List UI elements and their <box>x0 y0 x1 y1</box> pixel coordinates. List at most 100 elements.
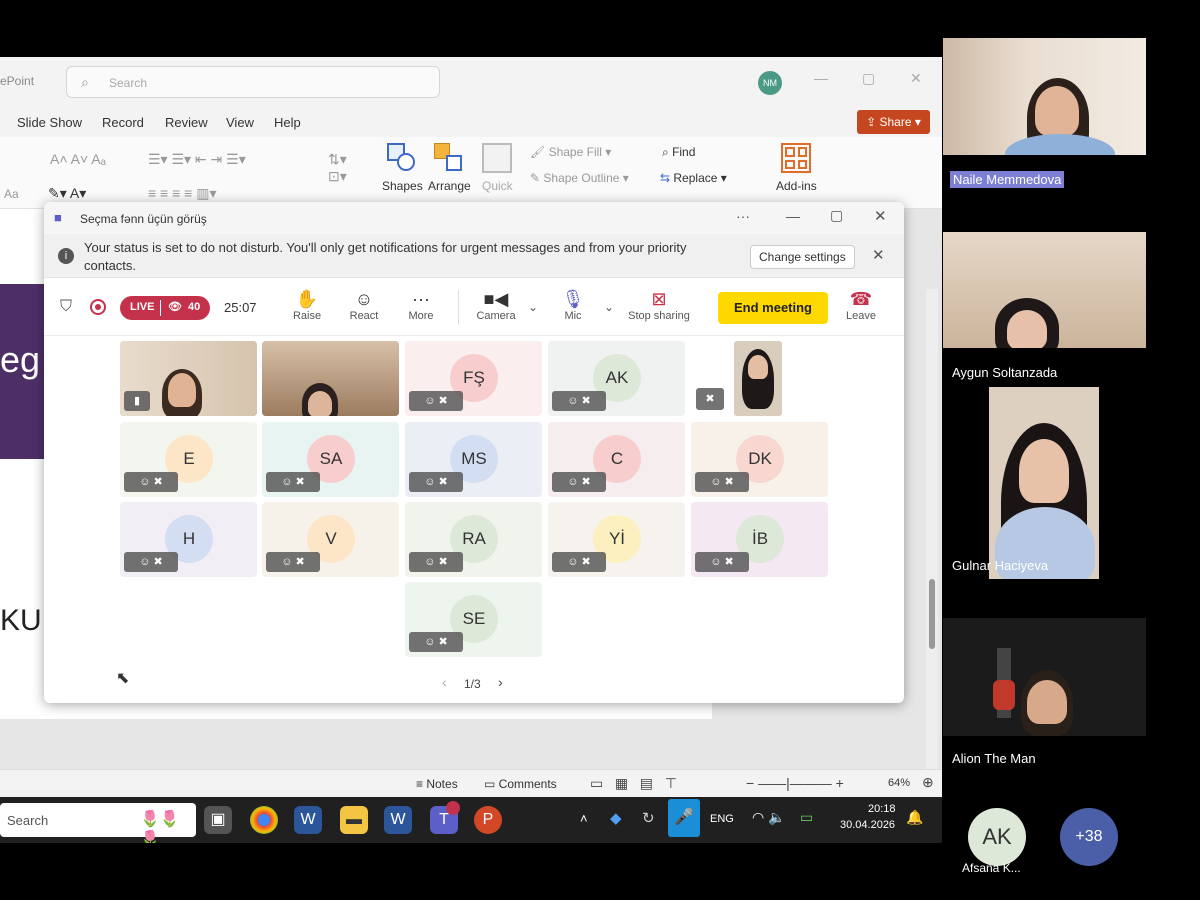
find-button[interactable]: ⌕ Find <box>662 145 695 160</box>
taskbar-search[interactable]: Search 🌷🌷🌷 <box>0 803 196 843</box>
participant-video-alion[interactable] <box>943 618 1146 736</box>
participant-avatar[interactable]: AK <box>968 808 1026 866</box>
participant-tile[interactable]: DK ☺ ✖ <box>691 422 828 497</box>
maximize-icon[interactable]: ▢ <box>862 70 875 87</box>
font-aa-label[interactable]: Aa <box>4 187 19 201</box>
shape-fill-button[interactable]: 🖌 Shape Fill ▾ <box>530 145 611 159</box>
shield-icon[interactable]: ⛉ <box>60 298 72 316</box>
align-icon[interactable]: ≡ ≡ ≡ ≡ ▥▾ <box>148 185 217 202</box>
sync-icon[interactable]: ↻ <box>642 809 655 827</box>
participant-video-thumbnail[interactable] <box>734 341 782 416</box>
menu-review[interactable]: Review <box>165 115 208 130</box>
share-button[interactable]: ⇪ Share ▾ <box>857 110 930 134</box>
participant-tile[interactable]: H ☺ ✖ <box>120 502 257 577</box>
participant-tile[interactable]: SE ☺ ✖ <box>405 582 542 657</box>
microphone-active-icon[interactable]: 🎤 <box>668 799 700 837</box>
live-badge[interactable]: LIVE 👁 40 <box>120 296 210 320</box>
participant-tile[interactable]: C ☺ ✖ <box>548 422 685 497</box>
addins-button[interactable]: Add-ins <box>776 143 817 193</box>
teams-close-icon[interactable]: ✕ <box>874 207 887 225</box>
shape-fill-label: Shape Fill <box>548 145 602 159</box>
replace-button[interactable]: ⇆ Replace ▾ <box>660 171 727 185</box>
stop-sharing-button[interactable]: ⊠ Stop sharing <box>624 288 694 322</box>
zoom-slider[interactable]: − ——|——— + <box>746 775 844 791</box>
participant-tile[interactable]: SA ☺ ✖ <box>262 422 399 497</box>
zoom-level[interactable]: 64% <box>888 777 910 789</box>
participant-video-aygun[interactable] <box>943 232 1146 348</box>
file-explorer-icon[interactable]: ▬ <box>340 806 368 834</box>
participant-name-tag: Naile Memmedova <box>950 171 1065 188</box>
notifications-bell-icon[interactable]: 🔔 <box>906 809 923 826</box>
chrome-icon[interactable] <box>250 806 278 834</box>
notes-button[interactable]: ≡ Notes <box>416 777 458 791</box>
participant-video-gulnar[interactable] <box>989 387 1099 579</box>
participant-tile[interactable]: V ☺ ✖ <box>262 502 399 577</box>
participant-status-icons: ☺ ✖ <box>409 632 463 652</box>
participant-video-naile[interactable] <box>943 38 1146 155</box>
shape-outline-button[interactable]: ✎ Shape Outline ▾ <box>530 171 629 185</box>
user-avatar[interactable]: NM <box>758 71 782 95</box>
scrollbar-thumb[interactable] <box>929 579 935 649</box>
more-button[interactable]: ··· More <box>396 288 446 322</box>
teams-minimize-icon[interactable]: — <box>786 208 800 224</box>
word-icon[interactable]: W <box>294 806 322 834</box>
taskbar-time[interactable]: 20:18 <box>868 803 896 815</box>
participant-tile[interactable]: İB ☺ ✖ <box>691 502 828 577</box>
word-doc-icon[interactable]: W <box>384 806 412 834</box>
shapes-button[interactable]: Shapes <box>382 143 423 193</box>
menu-slide-show[interactable]: Slide Show <box>17 115 82 130</box>
comments-button[interactable]: ▭ Comments <box>484 777 557 791</box>
participant-video-tile[interactable] <box>262 341 399 416</box>
ppt-search-box[interactable]: ⌕ Search <box>66 66 440 98</box>
defender-icon[interactable]: ◆ <box>610 809 622 827</box>
taskbar-date[interactable]: 30.04.2026 <box>840 819 895 831</box>
arrange-button[interactable]: Arrange <box>428 143 471 193</box>
menu-record[interactable]: Record <box>102 115 144 130</box>
font-grow-icon[interactable]: A˄ A˅ Aₐ <box>50 151 106 167</box>
participant-tile[interactable]: E ☺ ✖ <box>120 422 257 497</box>
end-meeting-button[interactable]: End meeting <box>718 292 828 324</box>
camera-options-chevron-icon[interactable]: ⌄ <box>528 300 538 314</box>
next-page-icon[interactable]: › <box>498 674 503 690</box>
teams-maximize-icon[interactable]: ▢ <box>830 207 843 224</box>
prev-page-icon[interactable]: ‹ <box>442 674 447 690</box>
shape-outline-label: Shape Outline <box>543 171 620 185</box>
font-color-icon[interactable]: ✎▾ A▾ <box>48 185 86 202</box>
menu-help[interactable]: Help <box>274 115 301 130</box>
participant-video-tile[interactable]: ▮ <box>120 341 257 416</box>
text-direction-icon[interactable]: ⇅▾ ⊡▾ <box>328 151 347 185</box>
windows-taskbar: Search 🌷🌷🌷 ▣ W ▬ W T P ˄ ◆ ↻ 🎤 ENG ◠ 🔈 ▭… <box>0 797 942 843</box>
menu-view[interactable]: View <box>226 115 254 130</box>
quick-styles-button[interactable]: Quick <box>482 143 513 193</box>
participant-tile[interactable]: MS ☺ ✖ <box>405 422 542 497</box>
battery-icon[interactable]: ▭ <box>800 809 813 826</box>
raise-hand-button[interactable]: ✋ Raise <box>282 288 332 322</box>
fit-slide-icon[interactable]: ⊕ <box>922 774 934 791</box>
tray-chevron-icon[interactable]: ˄ <box>580 811 588 826</box>
slide-scrollbar[interactable] <box>926 289 938 769</box>
close-icon[interactable]: ✕ <box>910 70 922 87</box>
teams-logo-icon: ■ <box>54 210 62 225</box>
mic-options-chevron-icon[interactable]: ⌄ <box>604 300 614 314</box>
dismiss-notice-icon[interactable]: ✕ <box>872 246 885 264</box>
teams-titlebar: ■ Seçma fənn üçün görüş ··· — ▢ ✕ <box>44 202 904 234</box>
powerpoint-icon[interactable]: P <box>474 806 502 834</box>
react-button[interactable]: ☺ React <box>339 288 389 322</box>
camera-button[interactable]: ■◀ Camera <box>471 288 521 322</box>
participant-tile[interactable]: RA ☺ ✖ <box>405 502 542 577</box>
participant-tile[interactable]: Yİ ☺ ✖ <box>548 502 685 577</box>
view-buttons[interactable]: ▭ ▦ ▤ ⊤ <box>590 775 677 792</box>
language-indicator[interactable]: ENG <box>710 813 734 825</box>
leave-button[interactable]: ☎ Leave <box>836 288 886 322</box>
mic-button[interactable]: 🎙 Mic <box>548 288 598 322</box>
more-participants-button[interactable]: +38 <box>1060 808 1118 866</box>
participant-tile[interactable]: FŞ ☺ ✖ <box>405 341 542 416</box>
change-settings-button[interactable]: Change settings <box>750 245 855 269</box>
minimize-icon[interactable]: — <box>814 70 828 86</box>
bullets-icon[interactable]: ☰▾ ☰▾ ⇤ ⇥ ☰▾ <box>148 151 246 168</box>
task-view-icon[interactable]: ▣ <box>204 806 232 834</box>
more-options-icon[interactable]: ··· <box>736 208 750 224</box>
participant-tile[interactable]: AK ☺ ✖ <box>548 341 685 416</box>
wifi-sound-icon[interactable]: ◠ 🔈 <box>752 809 786 826</box>
participant-status-icons: ☺ ✖ <box>409 552 463 572</box>
